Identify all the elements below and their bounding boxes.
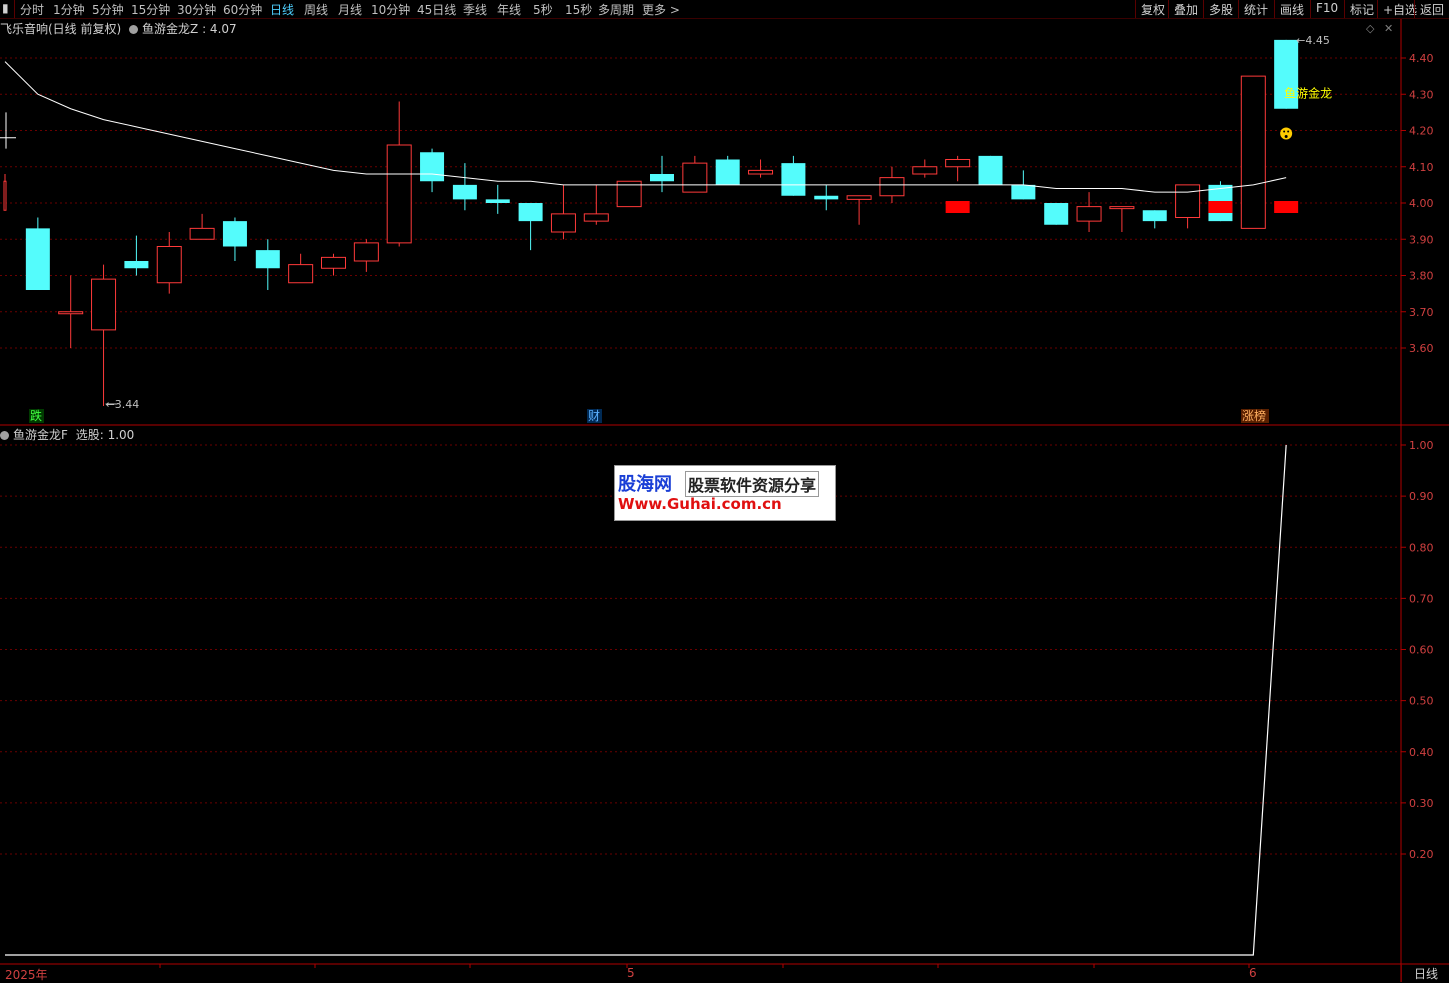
candle-body — [25, 228, 50, 290]
candle-body — [650, 174, 674, 182]
diamond-icon[interactable]: ◇ — [1366, 22, 1374, 35]
event-label: 涨榜 — [1242, 408, 1266, 423]
candle-body — [452, 184, 477, 200]
sub-y-tick-label: 0.30 — [1409, 797, 1434, 810]
candle-body — [518, 203, 543, 222]
close-icon[interactable]: ✕ — [1384, 22, 1393, 35]
sub-indicator-value: 选股: 1.00 — [75, 428, 135, 442]
smiley-eye — [1287, 130, 1290, 133]
candle-body — [781, 163, 806, 196]
candle-body — [814, 195, 839, 200]
candle-body — [1109, 206, 1135, 210]
main-y-tick-label: 3.60 — [1409, 342, 1434, 355]
sub-y-tick-label: 0.70 — [1409, 592, 1434, 605]
indicator-settings-icon[interactable] — [129, 25, 139, 34]
candle-body — [124, 261, 149, 269]
main-y-tick-label: 3.90 — [1409, 233, 1434, 246]
candle-body — [583, 213, 609, 222]
main-y-tick-label: 4.00 — [1409, 197, 1434, 210]
candle-body — [1076, 206, 1102, 222]
ma-line — [4, 61, 1287, 193]
candle-body — [1044, 203, 1069, 225]
sub-y-tick-label: 0.60 — [1409, 644, 1434, 657]
select-line — [5, 444, 1287, 956]
candle-body — [485, 199, 510, 203]
sub-panel-title: 鱼游金龙F 选股: 1.00 — [0, 426, 134, 443]
candle-body — [386, 144, 412, 244]
candle-body — [978, 155, 1003, 185]
candle-body — [353, 242, 379, 262]
main-indicator-name: 鱼游金龙Z — [142, 22, 199, 36]
candle-body — [222, 221, 247, 247]
smiley-eye — [1283, 130, 1286, 133]
sub-y-tick-label: 1.00 — [1409, 439, 1434, 452]
sub-y-tick-label: 0.80 — [1409, 541, 1434, 554]
sub-y-tick-label: 0.40 — [1409, 746, 1434, 759]
signal-bar — [945, 201, 970, 213]
candle-body — [91, 278, 117, 331]
candle-body — [682, 162, 708, 193]
main-y-tick-label: 3.80 — [1409, 270, 1434, 283]
main-y-tick-label: 4.40 — [1409, 52, 1434, 65]
period-indicator[interactable]: 日线 — [1401, 965, 1449, 982]
signal-bar — [1274, 201, 1299, 213]
watermark-logo: 股海网 股票软件资源分享 Www.Guhai.com.cn — [614, 465, 836, 521]
candle-body — [1240, 75, 1266, 229]
candle-body — [1175, 184, 1201, 218]
main-y-tick-label: 4.10 — [1409, 161, 1434, 174]
candle-body — [58, 311, 84, 315]
high-annotation: ←4.45 — [1296, 34, 1330, 47]
sub-y-tick-label: 0.50 — [1409, 695, 1434, 708]
main-indicator-value: : 4.07 — [202, 22, 237, 36]
candle-body — [846, 195, 872, 200]
stock-title: 飞乐音响(日线 前复权) — [0, 22, 122, 36]
low-annotation: ←3.44 — [106, 398, 140, 411]
candle-body — [3, 180, 7, 211]
main-y-tick-label: 4.20 — [1409, 125, 1434, 138]
candle-body — [945, 159, 971, 168]
watermark-brand: 股海网 — [618, 474, 672, 495]
x-label-month-5: 5 — [627, 966, 635, 980]
candle-body — [879, 177, 905, 197]
sub-y-tick-label: 0.90 — [1409, 490, 1434, 503]
event-label: 财 — [588, 409, 600, 423]
main-panel-title: 飞乐音响(日线 前复权) 鱼游金龙Z : 4.07 — [0, 20, 237, 37]
candle-body — [255, 250, 280, 269]
event-label: 跌 — [30, 408, 42, 423]
candle-body — [189, 227, 215, 240]
candle-body — [288, 264, 314, 284]
watermark-tagline: 股票软件资源分享 — [685, 471, 820, 497]
signal-text: 鱼游金龙 — [1284, 85, 1332, 100]
candle-body — [912, 166, 938, 175]
signal-bar — [1208, 201, 1233, 213]
candle-body — [1011, 184, 1036, 200]
main-y-tick-label: 4.30 — [1409, 88, 1434, 101]
sub-y-tick-label: 0.20 — [1409, 848, 1434, 861]
candle-body — [748, 169, 774, 175]
candle-body — [420, 152, 445, 182]
candle-body — [156, 246, 182, 284]
x-label-year: 2025年 — [5, 968, 48, 982]
candle-body — [550, 213, 576, 233]
panel-controls: ◇ ✕ — [1366, 22, 1393, 35]
candle-body — [715, 159, 740, 185]
smiley-mouth — [1284, 135, 1288, 138]
main-y-tick-label: 3.70 — [1409, 306, 1434, 319]
sub-indicator-name: 鱼游金龙F — [13, 428, 68, 442]
sub-indicator-settings-icon[interactable] — [0, 431, 9, 440]
x-label-month-6: 6 — [1249, 966, 1257, 980]
candle-body — [1142, 210, 1167, 222]
candle-body — [321, 256, 346, 269]
watermark-url: Www.Guhai.com.cn — [618, 495, 782, 513]
